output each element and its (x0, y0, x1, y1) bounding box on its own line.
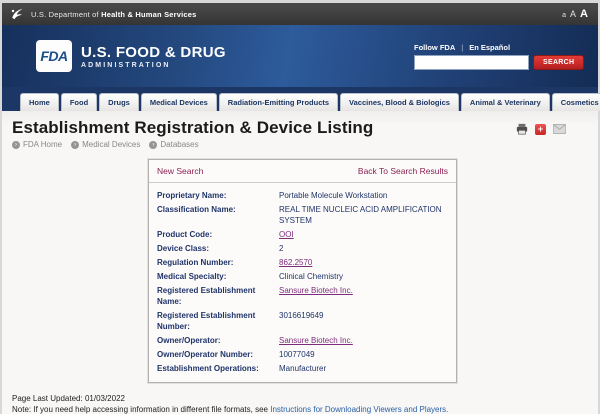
field-value: 10077049 (279, 349, 315, 360)
table-row: Owner/Operator:Sansure Biotech Inc. (157, 333, 448, 347)
search-row: SEARCH (414, 55, 584, 70)
tab-cosmetics[interactable]: Cosmetics (552, 93, 600, 111)
device-detail-table: Proprietary Name:Portable Molecule Works… (149, 183, 456, 382)
table-row: Establishment Operations:Manufacturer (157, 361, 448, 375)
field-label: Establishment Operations: (157, 363, 279, 374)
share-icon[interactable]: + (535, 124, 546, 135)
field-value-link[interactable]: 862.2570 (279, 258, 312, 267)
tab-vaccines-blood-biologics[interactable]: Vaccines, Blood & Biologics (340, 93, 459, 111)
breadcrumb-bullet-icon: › (71, 141, 79, 149)
hhs-department-label[interactable]: U.S. Department of Health & Human Servic… (31, 10, 197, 19)
tab-food[interactable]: Food (61, 93, 97, 111)
table-row: Proprietary Name:Portable Molecule Works… (157, 188, 448, 202)
breadcrumb-label: FDA Home (23, 140, 62, 149)
field-value: REAL TIME NUCLEIC ACID AMPLIFICATION SYS… (279, 204, 448, 226)
table-row: Product Code:OOI (157, 227, 448, 241)
field-value-link[interactable]: Sansure Biotech Inc. (279, 336, 353, 345)
field-value: Sansure Biotech Inc. (279, 335, 353, 346)
tab-home[interactable]: Home (20, 93, 59, 111)
breadcrumb-item[interactable]: ›Medical Devices (71, 140, 140, 149)
page-action-icons: + (516, 123, 566, 135)
field-label: Device Class: (157, 243, 279, 254)
fda-page: U.S. Department of Health & Human Servic… (2, 3, 598, 414)
field-value: 3016619649 (279, 310, 324, 332)
header-link-separator: | (461, 43, 463, 52)
search-button[interactable]: SEARCH (533, 55, 584, 70)
text-size-medium-button[interactable]: A (570, 9, 576, 19)
text-size-large-button[interactable]: A (580, 8, 588, 20)
screen: U.S. Department of Health & Human Servic… (0, 0, 600, 414)
breadcrumb-label: Databases (160, 140, 198, 149)
field-value: Manufacturer (279, 363, 326, 374)
fda-logo[interactable]: FDA (36, 40, 72, 72)
field-value: OOI (279, 229, 294, 240)
tab-radiation-emitting-products[interactable]: Radiation-Emitting Products (219, 93, 338, 111)
file-formats-note: Note: If you need help accessing informa… (12, 405, 588, 414)
new-search-link[interactable]: New Search (157, 166, 203, 176)
table-row: Medical Specialty:Clinical Chemistry (157, 269, 448, 283)
field-label: Regulation Number: (157, 257, 279, 268)
product-tab-bar: HomeFoodDrugsMedical DevicesRadiation-Em… (2, 87, 598, 111)
field-value-link[interactable]: OOI (279, 230, 294, 239)
breadcrumb-bullet-icon: › (149, 141, 157, 149)
back-to-search-results-link[interactable]: Back To Search Results (358, 166, 448, 176)
field-value: 862.2570 (279, 257, 312, 268)
breadcrumb: ›FDA Home›Medical Devices›Databases (12, 140, 588, 149)
field-value: Clinical Chemistry (279, 271, 343, 282)
fda-header: FDA U.S. FOOD & DRUG ADMINISTRATION Foll… (2, 25, 598, 87)
field-value: 2 (279, 243, 283, 254)
note-text: Note: If you need help accessing informa… (12, 405, 270, 414)
email-icon[interactable] (553, 124, 566, 134)
field-label: Classification Name: (157, 204, 279, 226)
field-label: Product Code: (157, 229, 279, 240)
breadcrumb-item[interactable]: ›Databases (149, 140, 198, 149)
field-label: Owner/Operator: (157, 335, 279, 346)
fda-title-line1: U.S. FOOD & DRUG (81, 44, 226, 61)
tab-medical-devices[interactable]: Medical Devices (141, 93, 217, 111)
hhs-eagle-icon (10, 7, 25, 21)
tab-animal-veterinary[interactable]: Animal & Veterinary (461, 93, 550, 111)
table-row: Classification Name:REAL TIME NUCLEIC AC… (157, 202, 448, 227)
fda-header-title: U.S. FOOD & DRUG ADMINISTRATION (81, 44, 226, 69)
breadcrumb-bullet-icon: › (12, 141, 20, 149)
table-row: Owner/Operator Number:10077049 (157, 347, 448, 361)
header-links: Follow FDA | En Español (414, 43, 510, 52)
en-espanol-link[interactable]: En Español (469, 43, 510, 52)
breadcrumb-label: Medical Devices (82, 140, 140, 149)
header-right: Follow FDA | En Español SEARCH (414, 43, 584, 70)
field-value: Sansure Biotech Inc. (279, 285, 353, 307)
print-icon[interactable] (516, 123, 528, 135)
search-input[interactable] (414, 55, 529, 70)
field-label: Proprietary Name: (157, 190, 279, 201)
table-row: Device Class:2 (157, 241, 448, 255)
follow-fda-link[interactable]: Follow FDA (414, 43, 455, 52)
field-label: Medical Specialty: (157, 271, 279, 282)
breadcrumb-item[interactable]: ›FDA Home (12, 140, 62, 149)
table-row: Registered Establishment Name:Sansure Bi… (157, 283, 448, 308)
field-label: Owner/Operator Number: (157, 349, 279, 360)
downloading-viewers-link[interactable]: Instructions for Downloading Viewers and… (270, 405, 448, 414)
device-listing-box: New Search Back To Search Results Propri… (148, 159, 457, 383)
text-size-small-button[interactable]: a (562, 12, 566, 19)
main-content: Establishment Registration & Device List… (2, 111, 598, 414)
text-size-controls: a A A (562, 8, 588, 20)
results-box-header: New Search Back To Search Results (149, 160, 456, 183)
fda-title-line2: ADMINISTRATION (81, 62, 226, 69)
field-value-link[interactable]: Sansure Biotech Inc. (279, 286, 353, 295)
hhs-top-bar: U.S. Department of Health & Human Servic… (2, 3, 598, 25)
tab-drugs[interactable]: Drugs (99, 93, 139, 111)
table-row: Registered Establishment Number:30166196… (157, 308, 448, 333)
page-last-updated: Page Last Updated: 01/03/2022 (12, 394, 588, 405)
page-title: Establishment Registration & Device List… (12, 118, 588, 138)
field-label: Registered Establishment Name: (157, 285, 279, 307)
table-row: Regulation Number:862.2570 (157, 255, 448, 269)
field-label: Registered Establishment Number: (157, 310, 279, 332)
field-value: Portable Molecule Workstation (279, 190, 387, 201)
